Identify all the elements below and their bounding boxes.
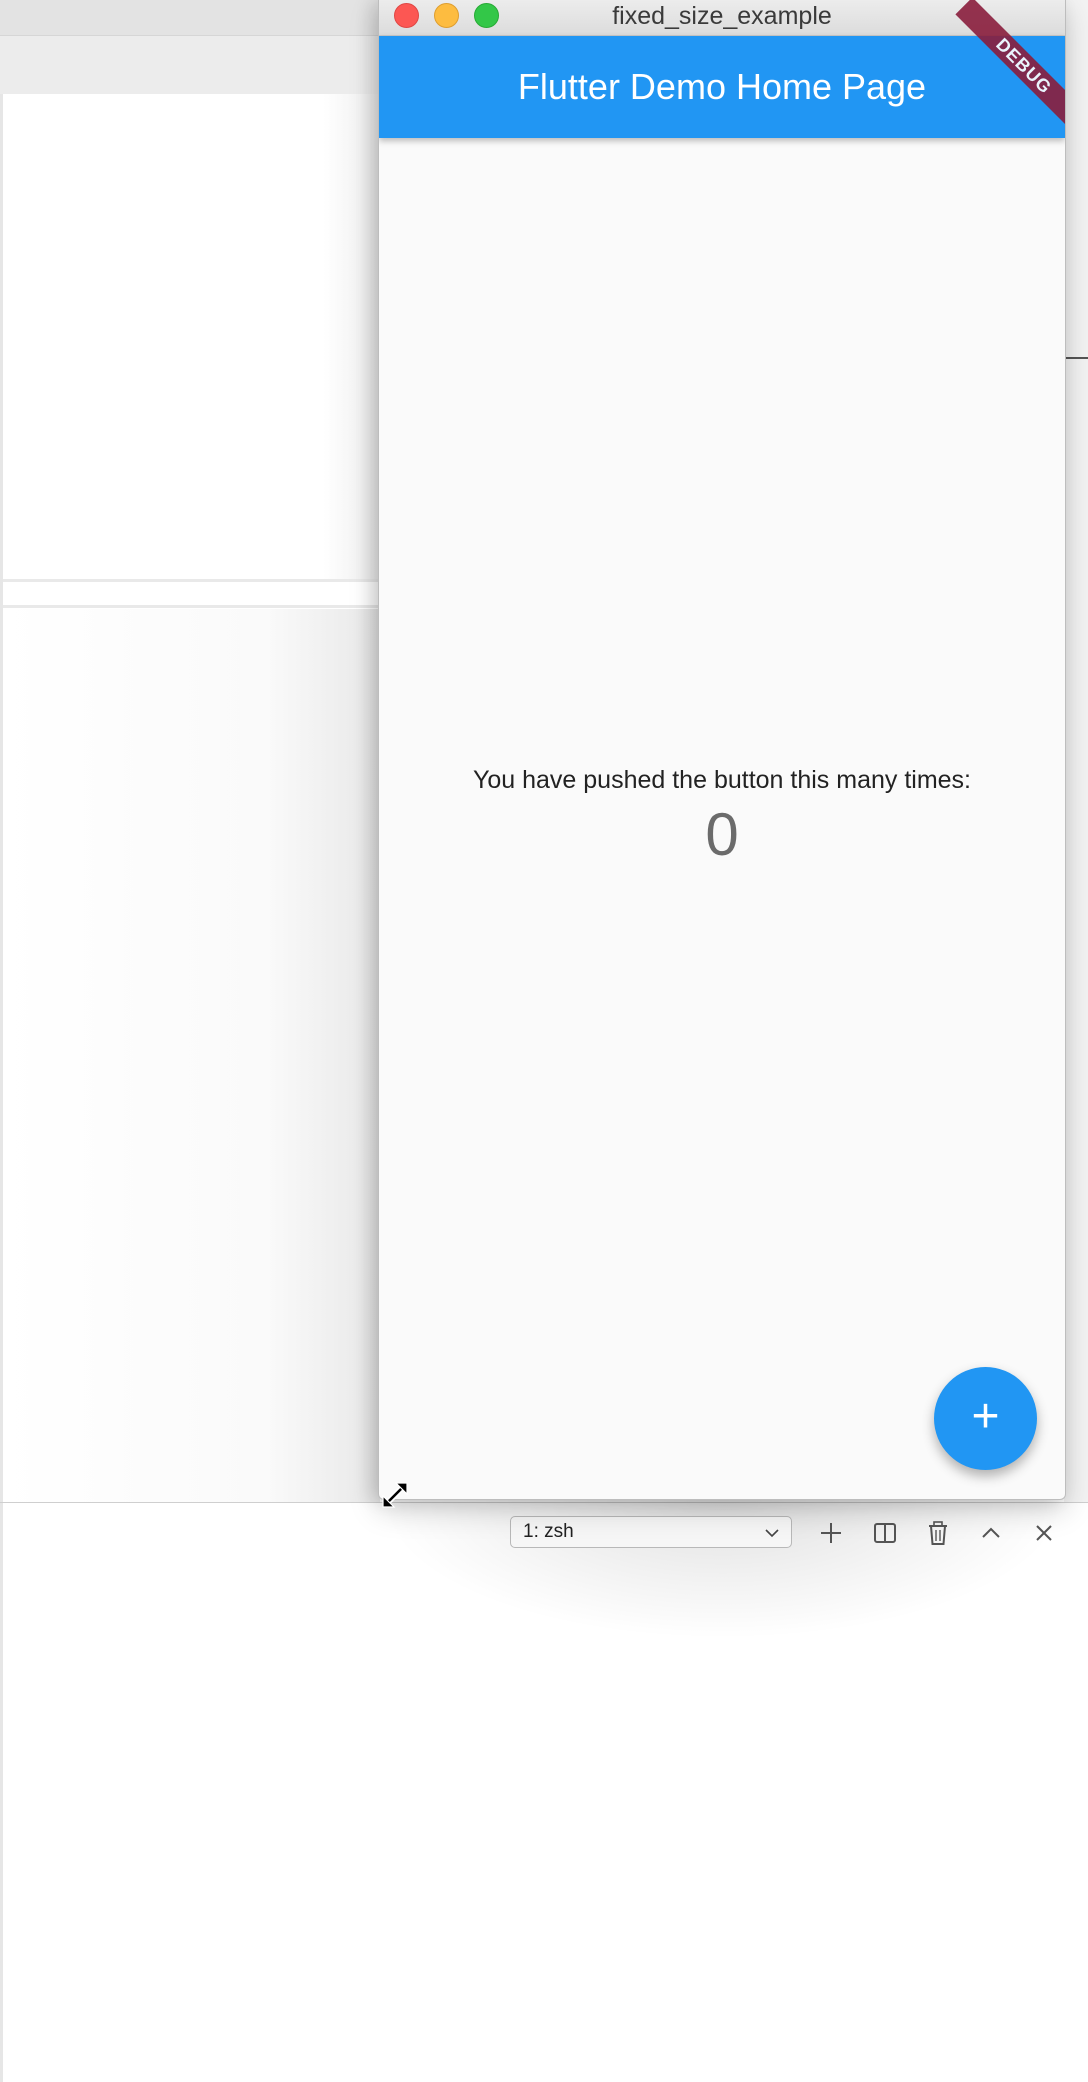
editor-upper-panel <box>3 94 380 581</box>
terminal-toolbar: 1: zsh <box>500 1512 1080 1552</box>
resize-cursor-icon <box>382 1482 408 1508</box>
counter-value: 0 <box>705 801 739 868</box>
close-panel-icon[interactable] <box>1031 1520 1057 1546</box>
add-icon: + <box>971 1390 1000 1443</box>
maximize-panel-icon[interactable] <box>978 1520 1004 1546</box>
split-terminal-icon[interactable] <box>872 1520 898 1546</box>
chevron-down-icon <box>765 1529 779 1538</box>
terminal-select-value: 1: zsh <box>523 1521 574 1542</box>
counter-label: You have pushed the button this many tim… <box>472 766 971 794</box>
trash-icon[interactable] <box>925 1520 951 1546</box>
editor-lower-panel <box>3 609 380 1502</box>
add-terminal-icon[interactable] <box>818 1520 844 1546</box>
editor-tab-strip <box>0 36 380 94</box>
editor-ruler-tick <box>1066 357 1088 359</box>
app-bar-title: Flutter Demo Home Page <box>517 66 927 107</box>
editor-right-strip <box>1064 0 1088 1502</box>
editor-divider <box>3 605 380 608</box>
app-window: fixed_size_example Flutter Demo Home Pag… <box>378 0 1066 1500</box>
editor-title-bar <box>0 0 380 36</box>
terminal-select[interactable]: 1: zsh <box>510 1516 792 1548</box>
increment-button[interactable]: + <box>934 1367 1037 1470</box>
app-bar: Flutter Demo Home Page <box>379 36 1065 138</box>
editor-divider <box>3 579 380 582</box>
